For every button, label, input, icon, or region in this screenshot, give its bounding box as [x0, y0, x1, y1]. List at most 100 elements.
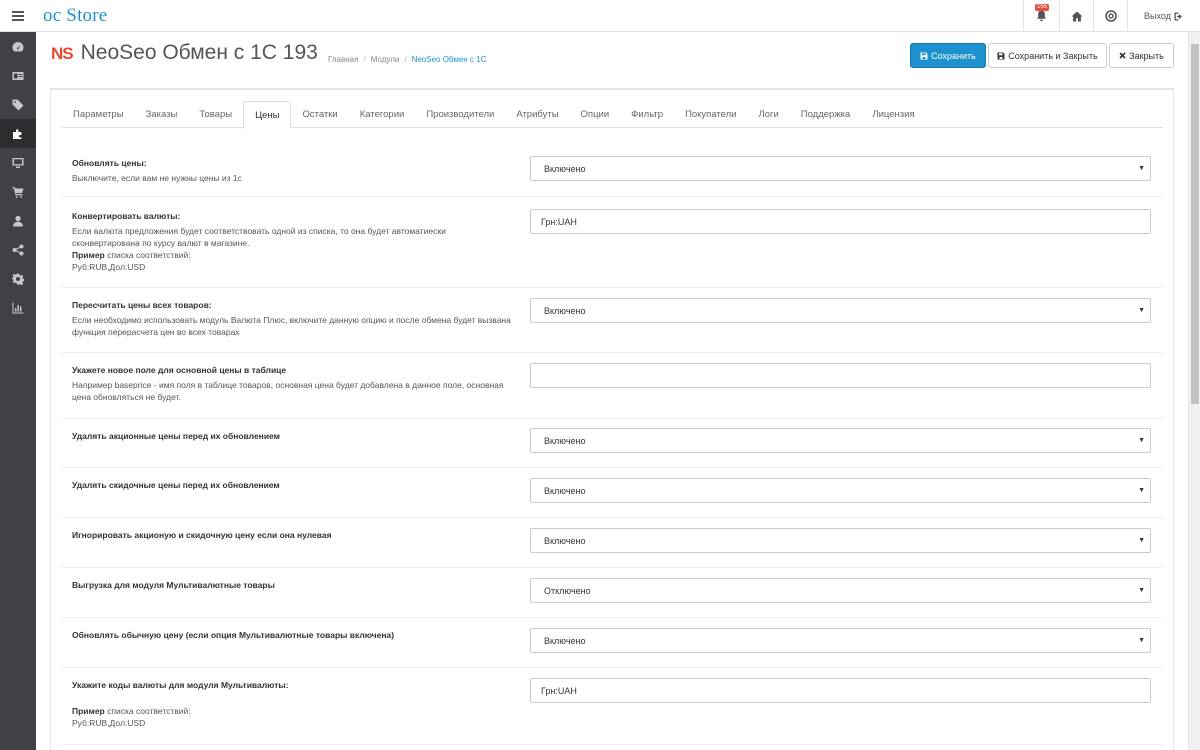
form-row-update-prices: Обновлять цены: Выключите, если вам не н… — [62, 144, 1163, 197]
field-label: Обновлять обычную цену (если опция Мульт… — [72, 630, 395, 640]
close-button[interactable]: Закрыть — [1109, 43, 1174, 68]
delete-discount-select[interactable]: Включено ▼ — [530, 478, 1151, 503]
sidebar-item-catalog[interactable] — [0, 61, 36, 90]
lifebuoy-icon — [1104, 10, 1117, 22]
caret-down-icon: ▼ — [1138, 437, 1145, 444]
tab-options[interactable]: Опции — [570, 101, 621, 128]
field-label: Укажите коды валюты для модуля Мультивал… — [72, 680, 289, 690]
breadcrumb-current[interactable]: NeoSeo Обмен с 1С — [412, 55, 487, 64]
form-row-delete-special: Удалять акционные цены перед их обновлен… — [62, 419, 1163, 468]
sidebar-item-sales[interactable] — [0, 177, 36, 206]
home-button[interactable] — [1059, 0, 1093, 32]
field-label: Удалять акционные цены перед их обновлен… — [72, 431, 280, 441]
sidebar-item-design[interactable] — [0, 148, 36, 177]
field-help: Если необходимо использовать модуль Валю… — [72, 315, 511, 337]
sidebar-item-extensions[interactable] — [0, 119, 36, 148]
breadcrumb-home[interactable]: Главная — [328, 55, 358, 64]
notifications-button[interactable]: 155 — [1023, 0, 1059, 32]
tab-products[interactable]: Товары — [188, 101, 243, 128]
logout-button[interactable]: Выход — [1127, 0, 1200, 32]
field-label: Укажете новое поле для основной цены в т… — [72, 365, 287, 375]
catalog-icon — [12, 71, 24, 80]
update-prices-select[interactable]: Включено ▼ — [530, 156, 1151, 181]
sign-out-icon — [1174, 12, 1182, 20]
breadcrumb-modules[interactable]: Модули — [371, 55, 400, 64]
floppy-icon — [997, 52, 1005, 59]
tab-manufacturers[interactable]: Производители — [415, 101, 505, 128]
caret-down-icon: ▼ — [1138, 587, 1145, 594]
form-row-recalc-prices: Пересчитать цены всех товаров: Если необ… — [62, 288, 1163, 353]
menu-icon — [12, 11, 24, 21]
settings-tabs: Параметры Заказы Товары Цены Остатки Кат… — [62, 101, 1163, 129]
save-button[interactable]: Сохранить — [910, 43, 986, 68]
puzzle-icon — [13, 128, 22, 139]
gear-icon — [12, 273, 24, 285]
update-regular-select[interactable]: Включено ▼ — [530, 628, 1151, 653]
field-example: Пример списка соответствий: — [72, 706, 191, 716]
tab-filter[interactable]: Фильтр — [620, 101, 674, 128]
caret-down-icon: ▼ — [1138, 487, 1145, 494]
field-example-value: Руб:RUB,Дол:USD — [72, 262, 146, 272]
tab-parameters[interactable]: Параметры — [62, 101, 135, 128]
save-and-close-button[interactable]: Сохранить и Закрыть — [988, 43, 1107, 68]
tab-support[interactable]: Поддержка — [790, 101, 862, 128]
page-heading: NeoSeo Обмен с 1С 193 — [80, 41, 318, 64]
breadcrumb: Главная / Модули / NeoSeo Обмен с 1С — [328, 55, 487, 64]
caret-down-icon: ▼ — [1138, 637, 1145, 644]
sidebar-item-tags[interactable] — [0, 90, 36, 119]
tab-prices[interactable]: Цены — [243, 101, 292, 129]
caret-down-icon: ▼ — [1138, 307, 1145, 314]
currency-codes-input[interactable]: Грн:UAH — [530, 678, 1151, 703]
form-row-update-regular: Обновлять обычную цену (если опция Мульт… — [62, 618, 1163, 668]
page-scrollbar[interactable] — [1188, 32, 1200, 750]
tags-icon — [12, 99, 24, 110]
form-row-currency-codes: Укажите коды валюты для модуля Мультивал… — [62, 668, 1163, 745]
user-icon — [13, 215, 23, 226]
bar-chart-icon — [12, 302, 24, 313]
tab-license[interactable]: Лицензия — [861, 101, 925, 128]
convert-currency-input[interactable]: Грн:UAH — [530, 209, 1151, 234]
home-icon — [1071, 11, 1082, 21]
field-help: Например baseprice - имя поля в таблице … — [72, 380, 504, 402]
ocstore-logo[interactable]: oc Store — [43, 5, 107, 27]
tab-attributes[interactable]: Атрибуты — [505, 101, 569, 128]
sidebar-item-settings[interactable] — [0, 264, 36, 293]
share-icon — [12, 244, 24, 255]
delete-special-select[interactable]: Включено ▼ — [530, 428, 1151, 453]
help-button[interactable] — [1093, 0, 1127, 32]
dashboard-icon — [12, 41, 24, 51]
tab-customers[interactable]: Покупатели — [674, 101, 747, 128]
top-header: oc Store 155 Выход — [0, 0, 1200, 32]
field-label: Игнорировать акционую и скидочную цену е… — [72, 530, 332, 540]
left-sidebar — [0, 32, 36, 750]
base-price-field-input[interactable] — [530, 363, 1151, 388]
sidebar-item-reports[interactable] — [0, 293, 36, 322]
sidebar-item-customers[interactable] — [0, 206, 36, 235]
scrollbar-thumb[interactable] — [1191, 44, 1199, 404]
sidebar-item-dashboard[interactable] — [0, 32, 36, 61]
tab-logs[interactable]: Логи — [747, 101, 789, 128]
field-help: Выключите, если вам не нужны цены из 1с — [72, 173, 242, 183]
notification-badge: 155 — [1035, 4, 1050, 11]
recalc-prices-select[interactable]: Включено ▼ — [530, 298, 1151, 323]
multicurrency-export-select[interactable]: Отключено ▼ — [530, 578, 1151, 603]
bell-icon — [1037, 10, 1046, 22]
field-example: Пример списка соответствий: — [72, 250, 191, 260]
tab-orders[interactable]: Заказы — [135, 101, 189, 128]
monitor-icon — [12, 157, 24, 168]
floppy-icon — [920, 52, 928, 59]
form-row-ignore-zero: Игнорировать акционую и скидочную цену е… — [62, 518, 1163, 568]
field-help: Если валюта предложения будет соответств… — [72, 226, 446, 248]
field-label: Удалять скидочные цены перед их обновлен… — [72, 480, 280, 490]
page-title: NS NeoSeo Обмен с 1С 193 — [51, 41, 318, 65]
menu-toggle-button[interactable] — [0, 0, 36, 32]
ignore-zero-select[interactable]: Включено ▼ — [530, 528, 1151, 553]
cart-icon — [12, 186, 24, 198]
form-row-convert-currency: Конвертировать валюты: Если валюта предл… — [62, 197, 1163, 288]
sidebar-item-marketing[interactable] — [0, 235, 36, 264]
tab-stock[interactable]: Остатки — [291, 101, 348, 128]
form-row-base-price-field: Укажете новое поле для основной цены в т… — [62, 353, 1163, 419]
neoseo-logo: NS — [51, 44, 74, 63]
tab-categories[interactable]: Категории — [349, 101, 416, 128]
caret-down-icon: ▼ — [1138, 165, 1145, 172]
